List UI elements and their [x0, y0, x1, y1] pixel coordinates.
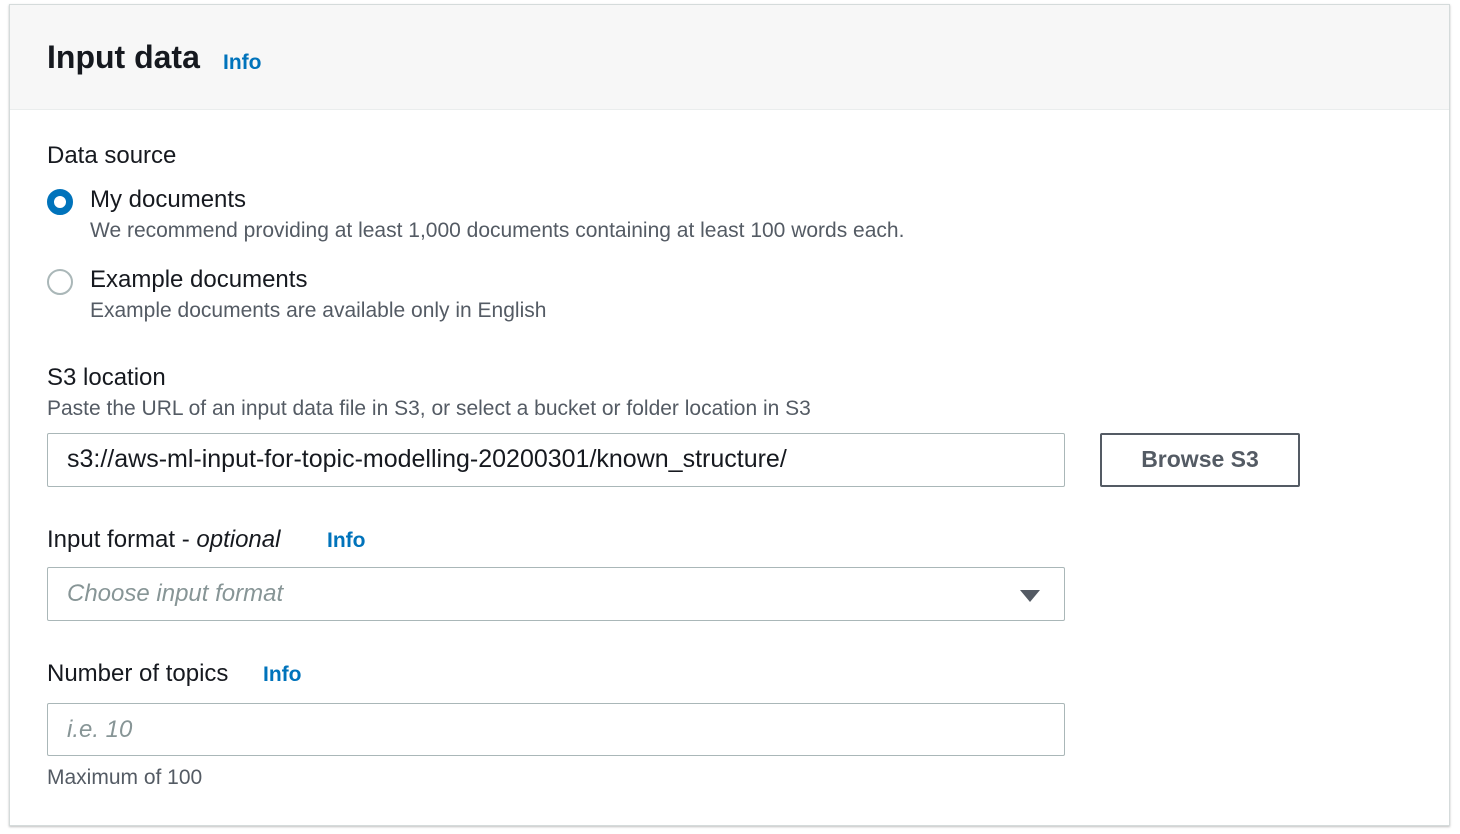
number-of-topics-info-link[interactable]: Info	[263, 663, 301, 687]
browse-s3-button[interactable]: Browse S3	[1100, 433, 1300, 487]
radio-example-documents[interactable]	[47, 269, 73, 295]
my-documents-description: We recommend providing at least 1,000 do…	[90, 219, 905, 242]
example-documents-description: Example documents are available only in …	[90, 299, 547, 322]
input-format-select[interactable]: Choose input format	[47, 567, 1065, 621]
radio-my-documents[interactable]	[47, 189, 73, 215]
number-of-topics-hint: Maximum of 100	[47, 766, 203, 789]
input-format-placeholder: Choose input format	[67, 580, 284, 607]
s3-location-value: s3://aws-ml-input-for-topic-modelling-20…	[67, 445, 787, 473]
number-of-topics-placeholder: i.e. 10	[67, 716, 133, 743]
s3-location-label: S3 location	[47, 364, 166, 391]
panel-title: Input data	[47, 39, 200, 75]
s3-location-input[interactable]: s3://aws-ml-input-for-topic-modelling-20…	[47, 433, 1065, 487]
panel-header: Input data Info	[10, 5, 1449, 110]
example-documents-label[interactable]: Example documents	[90, 266, 307, 294]
input-format-label: Input format - optional	[47, 526, 280, 554]
panel-info-link[interactable]: Info	[223, 51, 261, 75]
input-data-panel: Input data Info Data source My documents…	[9, 4, 1450, 826]
input-format-label-text: Input format -	[47, 526, 197, 553]
s3-location-description: Paste the URL of an input data file in S…	[47, 397, 811, 420]
caret-down-icon	[1020, 590, 1040, 602]
input-format-optional: optional	[196, 526, 281, 553]
number-of-topics-input[interactable]: i.e. 10	[47, 703, 1065, 756]
number-of-topics-label: Number of topics	[47, 660, 229, 687]
data-source-label: Data source	[47, 142, 177, 169]
my-documents-label[interactable]: My documents	[90, 186, 246, 214]
input-format-info-link[interactable]: Info	[327, 529, 365, 553]
